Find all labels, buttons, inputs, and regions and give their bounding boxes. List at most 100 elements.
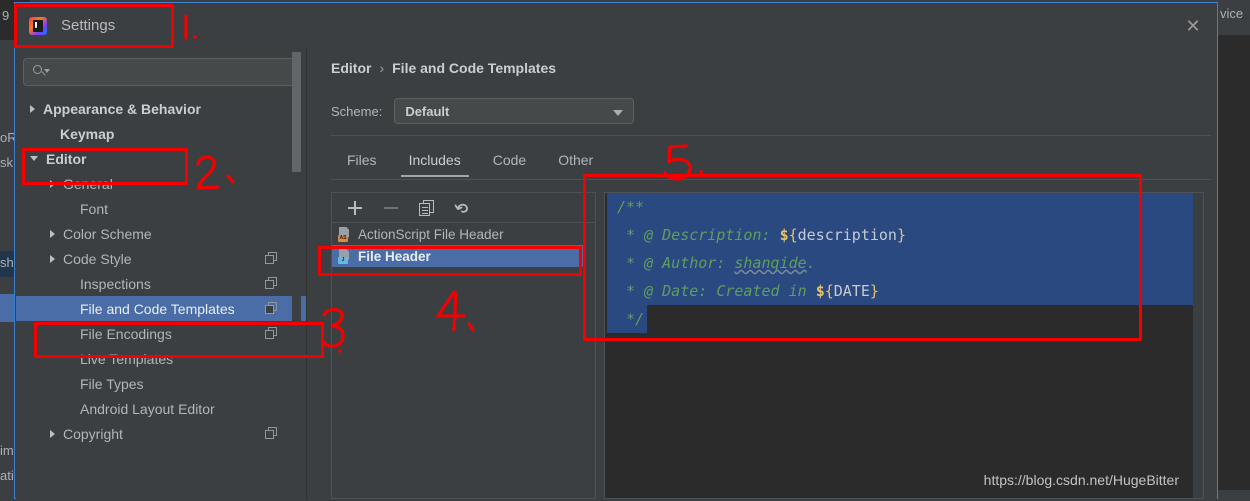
tree-item-color-scheme[interactable]: Color Scheme	[16, 221, 306, 246]
code-line[interactable]: */	[607, 305, 1203, 333]
close-icon[interactable]: ✕	[1183, 16, 1203, 36]
tree-item-copyright[interactable]: Copyright	[16, 421, 306, 446]
breadcrumb-root[interactable]: Editor	[331, 60, 371, 76]
template-list[interactable]: AS ActionScript File Header J File Header	[332, 223, 595, 267]
code-token-brace: }	[869, 282, 879, 300]
tree-item-label: File and Code Templates	[80, 300, 235, 317]
code-token-comment: */	[617, 310, 645, 328]
code-line[interactable]: * @ Description: ${description}	[607, 221, 1203, 249]
chevron-right-icon[interactable]	[30, 104, 35, 113]
template-list-scrollbar[interactable]	[586, 224, 595, 498]
tab-files[interactable]: Files	[331, 146, 393, 177]
project-config-icon	[265, 427, 277, 439]
search-input[interactable]	[55, 64, 298, 80]
background-fragment-3: im	[0, 443, 14, 458]
scheme-row: Scheme: Default	[331, 98, 635, 124]
code-token-brace: {	[788, 226, 798, 244]
tree-item-live-templates[interactable]: Live Templates	[16, 346, 306, 371]
settings-content-pane: Editor › File and Code Templates Scheme:…	[307, 48, 1217, 499]
chevron-right-icon[interactable]	[50, 229, 55, 238]
tree-item-inspections[interactable]: Inspections	[16, 271, 306, 296]
tree-item-label: File Encodings	[80, 325, 172, 342]
tree-item-file-and-code-templates[interactable]: File and Code Templates	[16, 296, 306, 321]
code-token-comment-wavy: shanqide	[734, 254, 807, 272]
revert-icon[interactable]	[454, 199, 472, 217]
tree-item-label: Font	[80, 200, 109, 217]
watermark-url: https://blog.csdn.net/HugeBitter	[983, 472, 1179, 488]
project-config-icon	[265, 302, 277, 314]
template-list-item-label: ActionScript File Header	[358, 226, 504, 242]
tab-includes[interactable]: Includes	[393, 146, 477, 177]
template-tabs[interactable]: Files Includes Code Other	[331, 146, 609, 177]
dialog-title-bar: Settings	[15, 3, 1217, 48]
background-fragment-2: sh	[0, 255, 14, 270]
search-icon	[33, 64, 50, 80]
code-token-brace: }	[896, 226, 906, 244]
background-fragment-4: ati	[0, 468, 14, 483]
tree-item-label: File Types	[80, 375, 144, 392]
project-config-icon	[265, 327, 277, 339]
tree-item-label: Editor	[46, 150, 87, 167]
tree-item-label: General	[63, 175, 113, 192]
minus-icon[interactable]	[382, 199, 400, 217]
tree-item-label: Android Layout Editor	[80, 400, 215, 417]
tree-item-editor[interactable]: Editor	[16, 146, 306, 171]
background-fragment-1: sk	[0, 155, 13, 170]
tree-item-android-layout-editor[interactable]: Android Layout Editor	[16, 396, 306, 421]
code-token-dollar: $	[815, 282, 825, 300]
tree-item-file-types[interactable]: File Types	[16, 371, 306, 396]
settings-tree-pane: Appearance & Behavior Keymap Editor General…	[16, 48, 306, 499]
template-list-item[interactable]: AS ActionScript File Header	[332, 223, 595, 245]
intellij-idea-icon	[29, 16, 47, 35]
tree-scrollbar[interactable]	[292, 52, 301, 447]
tree-item-file-encodings[interactable]: File Encodings	[16, 321, 306, 346]
code-line[interactable]: * @ Author: shanqide.	[607, 249, 1203, 277]
tab-code[interactable]: Code	[477, 146, 542, 177]
template-list-toolbar	[332, 193, 595, 223]
code-token-comment: * @ Description:	[617, 226, 780, 244]
template-code-editor[interactable]: /** * @ Description: ${description} * @ …	[604, 192, 1204, 499]
chevron-right-icon[interactable]	[50, 254, 55, 263]
project-config-icon	[265, 252, 277, 264]
chevron-right-icon[interactable]	[50, 179, 55, 188]
editor-scrollbar[interactable]	[1193, 193, 1203, 498]
tree-item-label: Copyright	[63, 425, 123, 442]
plus-icon[interactable]	[346, 199, 364, 217]
chevron-down-icon	[613, 110, 624, 116]
template-code-text[interactable]: /** * @ Description: ${description} * @ …	[607, 193, 1203, 333]
tree-item-font[interactable]: Font	[16, 196, 306, 221]
breadcrumb-leaf: File and Code Templates	[392, 60, 557, 76]
code-token-comment: * @ Author:	[617, 254, 735, 272]
project-config-icon	[265, 277, 277, 289]
template-list-item[interactable]: J File Header	[332, 245, 595, 267]
code-line[interactable]: * @ Date: Created in ${DATE}	[607, 277, 1203, 305]
code-token-brace: {	[824, 282, 834, 300]
chevron-right-icon: ›	[379, 60, 385, 76]
search-box[interactable]	[23, 58, 299, 86]
tree-item-label: Code Style	[63, 250, 132, 267]
scheme-selected-value: Default	[405, 103, 450, 119]
code-line[interactable]: /**	[607, 193, 1203, 221]
background-fragment-right: vice	[1220, 6, 1244, 21]
settings-dialog: Settings ✕ Appearance & Behavior Keymap Ed…	[14, 2, 1218, 499]
chevron-right-icon[interactable]	[50, 429, 55, 438]
background-right-panel	[1218, 35, 1250, 501]
scheme-select[interactable]: Default	[394, 98, 635, 124]
template-list-item-label: File Header	[358, 248, 431, 264]
code-token-var: description	[797, 226, 897, 244]
tree-item-appearance-behavior[interactable]: Appearance & Behavior	[16, 96, 306, 121]
settings-tree[interactable]: Appearance & Behavior Keymap Editor General…	[16, 96, 306, 499]
tree-item-label: Color Scheme	[63, 225, 152, 242]
chevron-down-icon[interactable]	[30, 156, 38, 161]
tree-scrollbar-thumb[interactable]	[292, 52, 301, 172]
code-token-dollar: $	[779, 226, 789, 244]
tree-item-code-style[interactable]: Code Style	[16, 246, 306, 271]
tab-other[interactable]: Other	[542, 146, 609, 177]
copy-icon[interactable]	[418, 199, 436, 217]
tree-item-keymap[interactable]: Keymap	[16, 121, 306, 146]
breadcrumb: Editor › File and Code Templates	[331, 60, 556, 76]
code-token-comment: /**	[617, 198, 645, 216]
tabs-divider	[331, 179, 1211, 180]
tree-item-general[interactable]: General	[16, 171, 306, 196]
code-token-comment: .	[806, 254, 816, 272]
